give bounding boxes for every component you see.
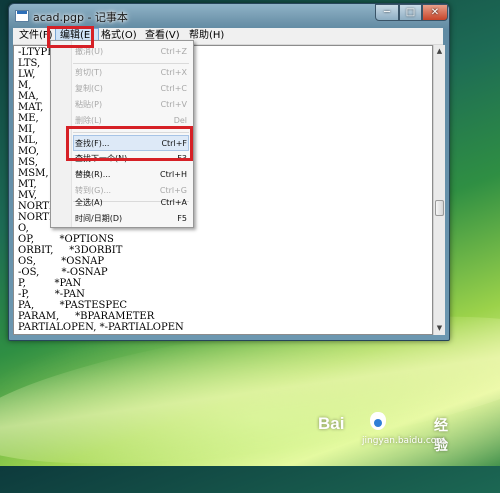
edit-menu-highlight-box — [47, 26, 94, 48]
menu-item-shortcut: Ctrl+Z — [160, 47, 187, 56]
watermark-url: jingyan.baidu.com — [362, 436, 446, 446]
menu-item-label: 复制(C) — [75, 84, 103, 93]
minimize-button[interactable]: ─ — [375, 4, 399, 21]
menu-item-shortcut: F5 — [177, 214, 187, 223]
close-icon: ✕ — [430, 7, 440, 18]
scroll-up-icon[interactable]: ▲ — [434, 45, 445, 57]
menu-item-label: 替换(R)... — [75, 170, 111, 179]
menu-item-shortcut: Ctrl+A — [160, 198, 187, 207]
baidu-paw-icon — [370, 412, 386, 430]
scroll-down-icon[interactable]: ▼ — [434, 322, 445, 334]
menu-item-copy[interactable]: 复制(C) Ctrl+C — [75, 81, 187, 97]
menu-item-label: 剪切(T) — [75, 68, 103, 77]
maximize-icon: □ — [405, 7, 416, 18]
minimize-icon: ─ — [383, 7, 391, 18]
menu-item-label: 全选(A) — [75, 198, 103, 207]
find-item-highlight-box — [66, 126, 193, 161]
menu-item-cut[interactable]: 剪切(T) Ctrl+X — [75, 65, 187, 81]
scrollbar-thumb[interactable] — [435, 200, 444, 216]
menu-item-paste[interactable]: 粘贴(P) Ctrl+V — [75, 97, 187, 113]
close-button[interactable]: ✕ — [422, 4, 448, 21]
vertical-scrollbar[interactable]: ▲ ▼ — [433, 45, 445, 335]
watermark-logo: Bai — [318, 414, 345, 433]
menu-item-time-date[interactable]: 时间/日期(D) F5 — [75, 211, 187, 227]
menu-item-select-all[interactable]: 全选(A) Ctrl+A — [75, 195, 187, 211]
window-title: acad.pgp - 记事本 — [33, 11, 128, 24]
maximize-button[interactable]: □ — [399, 4, 422, 21]
menu-item-shortcut: Ctrl+H — [160, 170, 187, 179]
notepad-icon — [15, 10, 29, 22]
menu-item-label: 粘贴(P) — [75, 100, 103, 109]
menu-item-shortcut: Ctrl+C — [160, 84, 187, 93]
menu-separator — [73, 63, 189, 64]
menu-item-label: 时间/日期(D) — [75, 214, 123, 223]
editor-line: PARTIALOPEN, *-PARTIALOPEN — [18, 322, 184, 333]
menu-item-shortcut: Ctrl+V — [160, 100, 187, 109]
menu-item-replace[interactable]: 替换(R)... Ctrl+H — [75, 167, 187, 183]
menu-item-shortcut: Ctrl+X — [160, 68, 187, 77]
watermark-label: 经验 — [434, 418, 448, 454]
